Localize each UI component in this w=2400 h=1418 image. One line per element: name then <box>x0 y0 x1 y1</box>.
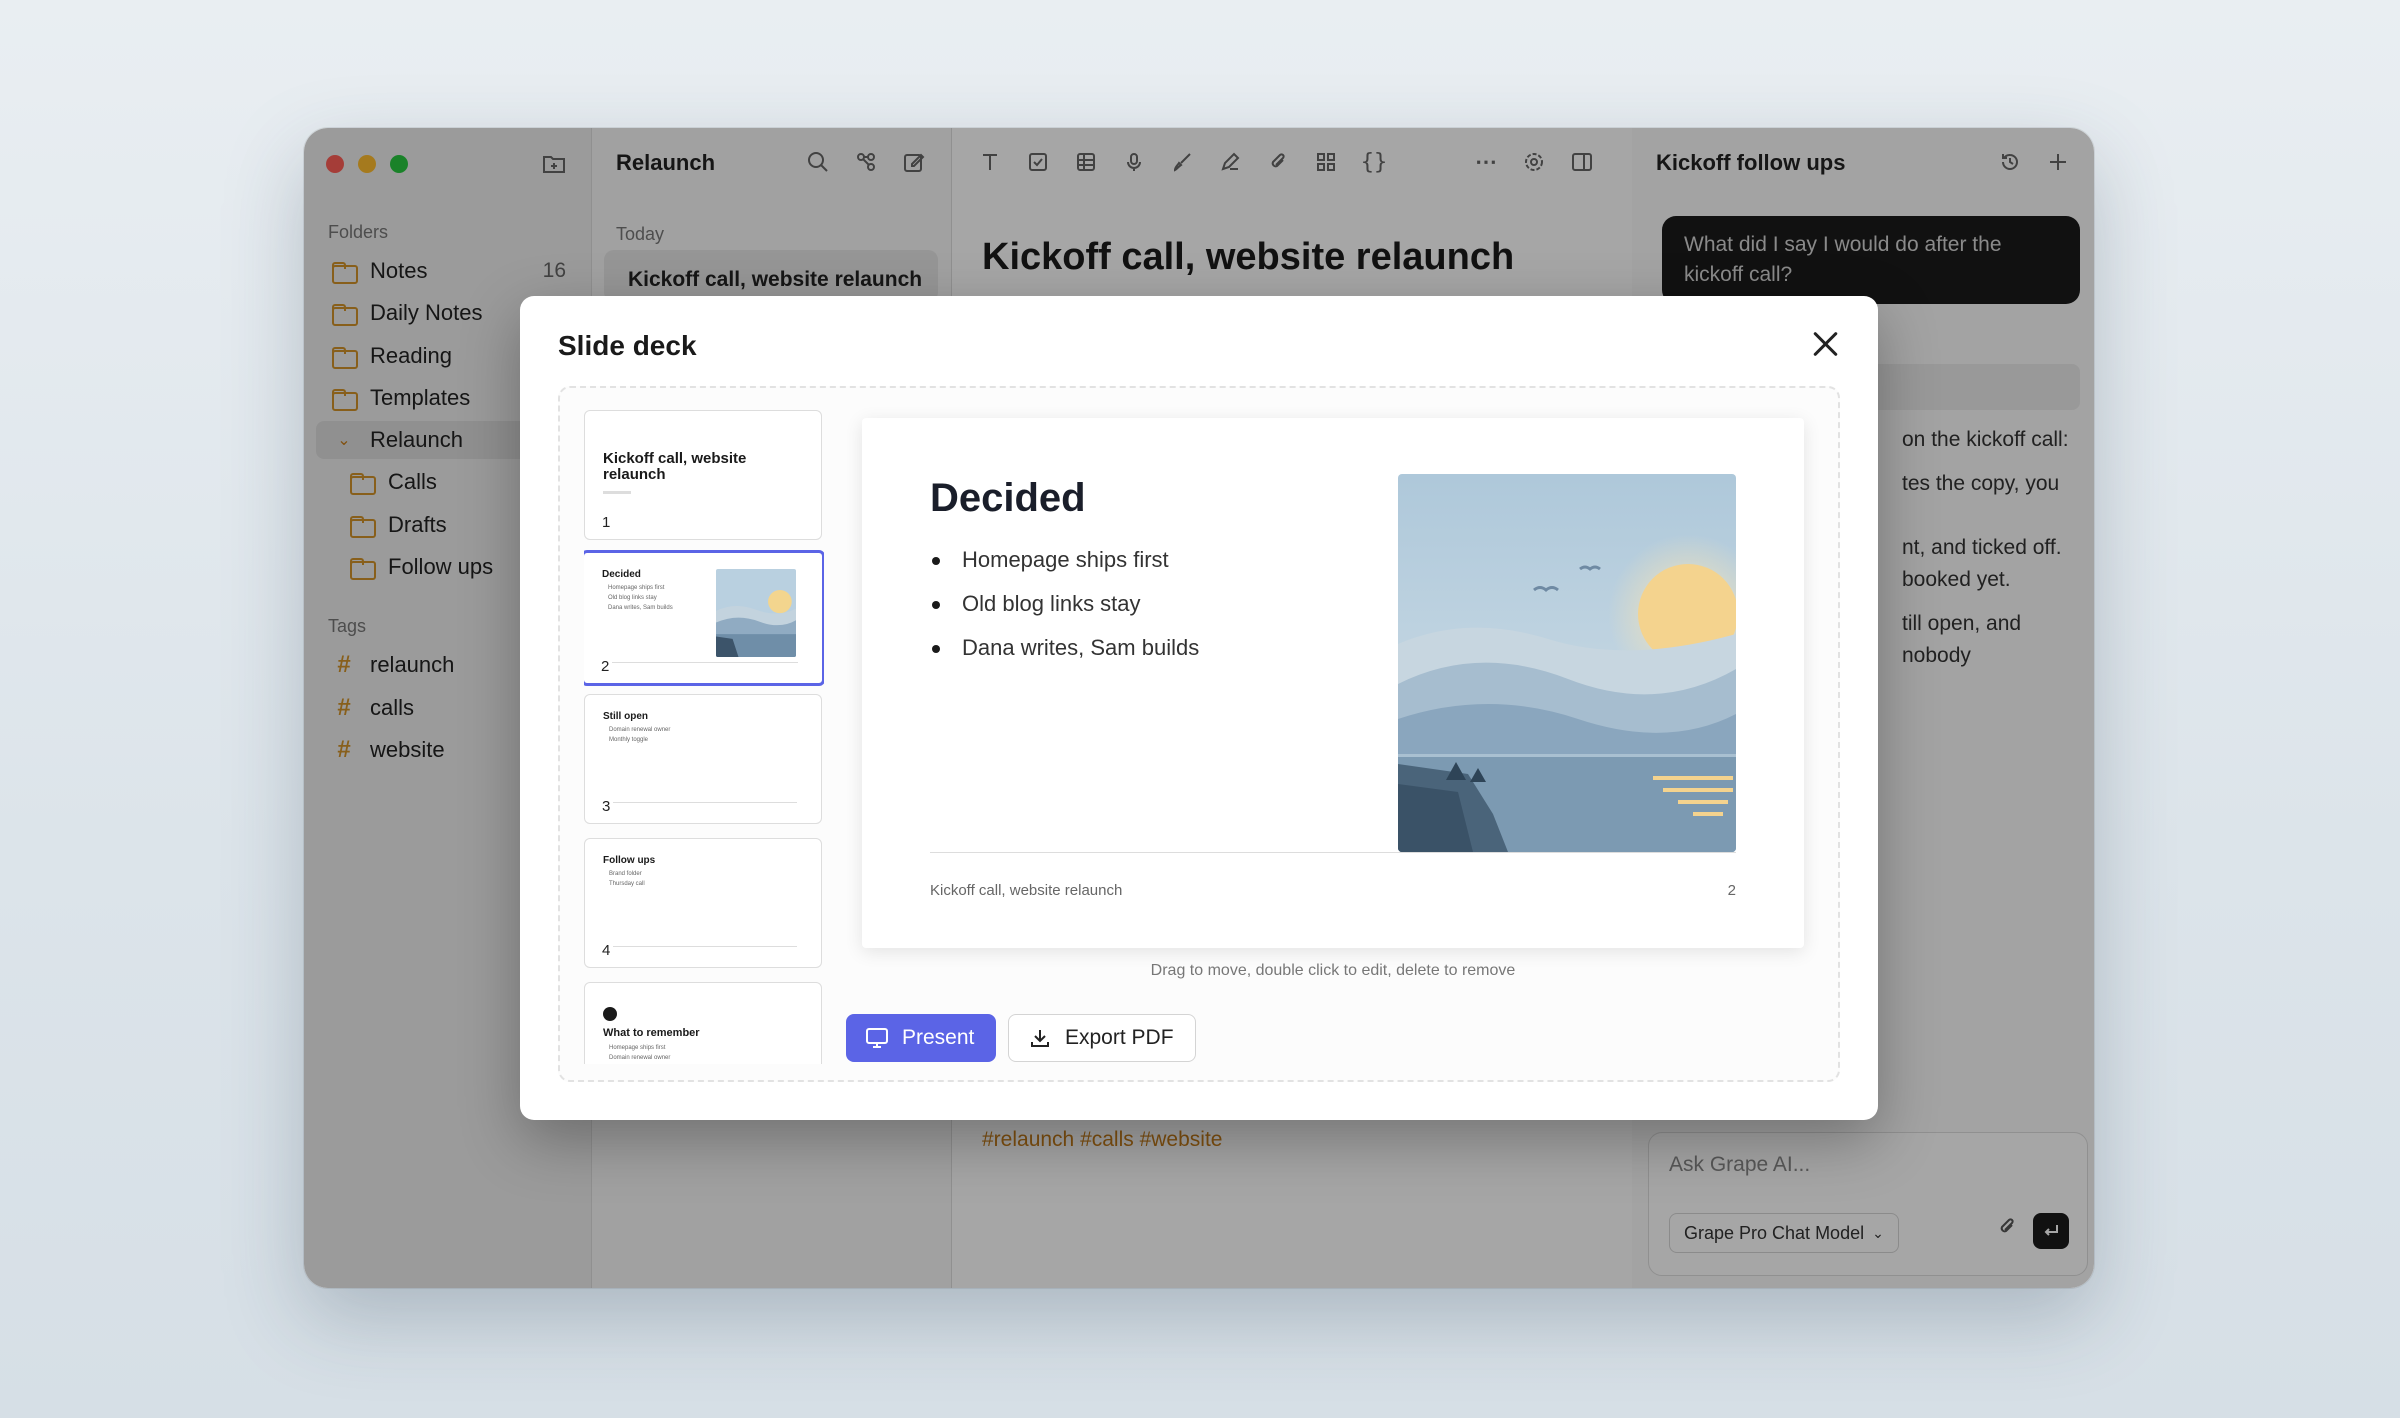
thumbnail-number: 2 <box>598 658 613 675</box>
slide-thumbnail-list[interactable]: Kickoff call, website relaunch 1 Decided… <box>584 410 824 1064</box>
thumbnail-title: Kickoff call, website relaunch <box>603 450 747 483</box>
present-button-label: Present <box>902 1026 975 1049</box>
slide-page-number: 2 <box>1727 882 1736 899</box>
thumbnail-subtitle <box>603 491 631 494</box>
slide-bullet[interactable]: Homepage ships first <box>930 538 1199 582</box>
slide-thumbnail-4[interactable]: Follow ups Brand folder Thursday call 4 <box>584 838 822 968</box>
thumbnail-bullet: Old blog links stay <box>608 595 657 601</box>
thumbnail-bullet: Domain renewal owner <box>609 727 671 733</box>
export-pdf-button[interactable]: Export PDF <box>1008 1014 1196 1062</box>
export-pdf-button-label: Export PDF <box>1065 1026 1174 1049</box>
thumbnail-bullet: Brand folder <box>609 871 642 877</box>
slide-bullet-list: Homepage ships first Old blog links stay… <box>930 538 1199 670</box>
close-icon[interactable] <box>1812 330 1840 358</box>
slide-bullet[interactable]: Old blog links stay <box>930 582 1199 626</box>
thumbnail-title: Decided <box>602 569 641 580</box>
slide-landscape-image[interactable] <box>1398 474 1736 852</box>
slide-title[interactable]: Decided <box>930 476 1086 521</box>
slide-divider <box>930 852 1736 853</box>
thumbnail-title: Still open <box>603 711 648 722</box>
edit-hint: Drag to move, double click to edit, dele… <box>1150 962 1516 979</box>
slide-footer: Kickoff call, website relaunch <box>930 882 1123 899</box>
thumbnail-number: 3 <box>599 798 614 815</box>
thumbnail-bullet: Thursday call <box>609 881 645 887</box>
thumbnail-bullet: Homepage ships first <box>609 1045 666 1051</box>
slide-deck-area: Kickoff call, website relaunch 1 Decided… <box>558 386 1840 1082</box>
thumbnail-bullet: Monthly toggle <box>609 737 649 743</box>
thumbnail-number: 1 <box>599 514 614 531</box>
thumbnail-image <box>716 569 796 657</box>
slide-thumbnail-5[interactable]: What to remember Homepage ships first Do… <box>584 982 822 1064</box>
slide-preview[interactable]: Decided Homepage ships first Old blog li… <box>862 418 1804 948</box>
thumbnail-divider <box>608 662 798 663</box>
present-button[interactable]: Present <box>846 1014 996 1062</box>
thumbnail-divider <box>609 802 797 803</box>
thumbnail-title: What to remember <box>603 1027 700 1039</box>
slide-bullet[interactable]: Dana writes, Sam builds <box>930 626 1199 670</box>
slide-thumbnail-2[interactable]: Decided Homepage ships first Old blog li… <box>584 550 824 686</box>
thumbnail-divider <box>609 946 797 947</box>
thumbnail-title: Follow ups <box>603 855 656 866</box>
slide-thumbnail-3[interactable]: Still open Domain renewal owner Monthly … <box>584 694 822 824</box>
thumbnail-bullet: Domain renewal owner <box>609 1055 671 1061</box>
thumbnail-bullet: Dana writes, Sam builds <box>608 605 673 611</box>
thumbnail-icon <box>603 1007 617 1021</box>
slide-deck-dialog: Slide deck Kickoff call, website relaunc… <box>520 296 1878 1120</box>
thumbnail-bullet: Homepage ships first <box>608 585 665 591</box>
presentation-icon <box>864 1025 890 1051</box>
download-icon <box>1027 1025 1053 1051</box>
slide-thumbnail-1[interactable]: Kickoff call, website relaunch 1 <box>584 410 822 540</box>
dialog-title: Slide deck <box>558 330 697 361</box>
thumbnail-number: 4 <box>599 942 614 959</box>
